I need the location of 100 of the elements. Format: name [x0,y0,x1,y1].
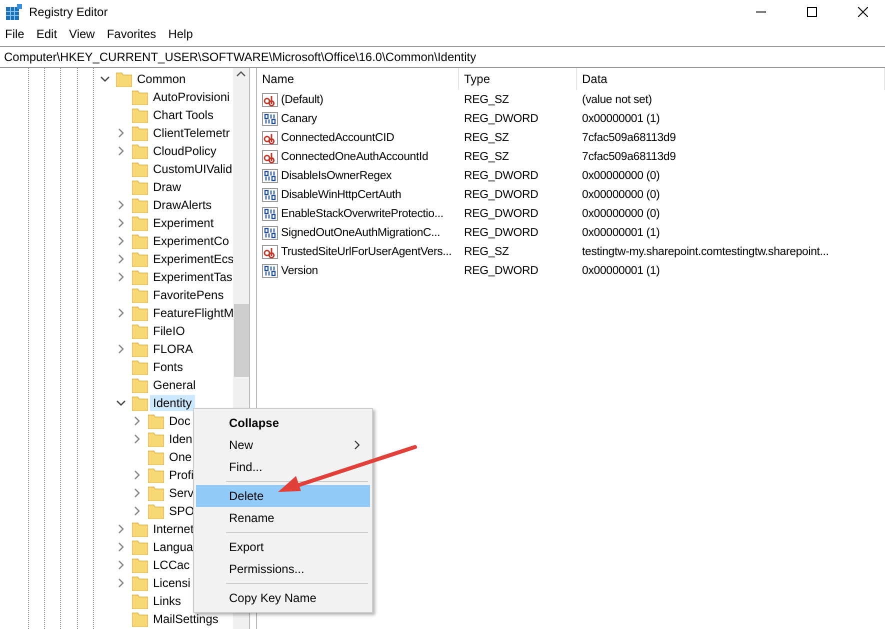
menu-item[interactable]: Copy Key Name [196,587,370,609]
tree-item[interactable]: Experiment [150,215,217,231]
folder-icon [132,108,148,122]
close-icon [858,7,868,17]
folder-icon [132,396,148,410]
address-field[interactable]: Computer\HKEY_CURRENT_USER\SOFTWARE\Microsoft\Office\16.0\Common\Identity [0,46,885,68]
value-name: EnableStackOverwriteProtectio... [281,208,444,220]
tree-item[interactable]: General [150,377,199,393]
folder-icon [132,378,148,392]
tree-item[interactable]: Doc [166,413,194,429]
menu-item[interactable]: Permissions... [196,558,370,580]
binary-value-icon [262,110,278,126]
tree-item[interactable]: CustomUIValid [150,161,233,177]
folder-icon [132,162,148,176]
folder-icon [132,576,148,590]
table-cell-text: 7cfac509a68113d9 [581,132,677,144]
column-header[interactable]: Data [577,68,885,90]
folder-icon [132,522,148,536]
tree-item[interactable]: Links [150,593,184,609]
string-value-icon [262,148,278,164]
value-name: DisableIsOwnerRegex [281,170,392,182]
table-cell-text: REG_DWORD [463,188,540,200]
binary-value-icon [262,186,278,202]
tree-item[interactable]: Internet [150,521,197,537]
tree-item[interactable]: Identity [150,395,195,411]
registry-icon [6,4,22,20]
tree-item[interactable]: ExperimentCo [150,233,232,249]
menu-item[interactable]: Help [168,27,200,41]
tree-item[interactable]: Fonts [150,359,186,375]
tree-item[interactable]: FavoritePens [150,287,227,303]
column-header[interactable]: Type [459,68,577,90]
folder-icon [148,414,164,428]
tree-item[interactable]: Draw [150,179,184,195]
folder-icon [132,324,148,338]
tree-item[interactable]: CloudPolicy [150,143,220,159]
tree-item[interactable]: SPO [166,503,198,519]
folder-icon [132,198,148,212]
tree-item[interactable]: DrawAlerts [150,197,215,213]
tree-item[interactable]: FeatureFlightM [150,305,233,321]
table-cell-text: REG_DWORD [463,208,540,220]
menu-item[interactable]: Edit [36,27,64,41]
tree-item[interactable]: LCCac [150,557,193,573]
menu-item[interactable]: Find... [196,456,370,478]
menu-item[interactable]: View [69,27,102,41]
tree-item[interactable]: Iden [166,431,196,447]
string-value-icon [262,92,278,108]
menu-item[interactable]: File [5,27,32,41]
table-cell-text: 0x00000001 (1) [581,264,661,276]
folder-icon [132,270,148,284]
column-header[interactable]: Name [257,68,459,90]
folder-icon [132,216,148,230]
folder-icon [132,144,148,158]
tree-item[interactable]: ExperimentEcs [150,251,233,267]
table-cell-text: REG_DWORD [463,264,540,276]
menu-item[interactable]: Favorites [106,27,164,41]
folder-icon [148,504,164,518]
table-cell-text: REG_SZ [463,246,510,258]
menu-item[interactable]: Export [196,536,370,558]
table-cell-text: REG_DWORD [463,226,540,238]
menu-item[interactable]: Rename [196,507,370,529]
folder-icon [132,126,148,140]
value-name: (Default) [281,94,324,106]
menu-item[interactable]: New [196,434,370,456]
table-cell-text: REG_DWORD [463,170,540,182]
table-cell-text: REG_SZ [463,94,510,106]
folder-icon [132,288,148,302]
tree-item[interactable]: ClientTelemetr [150,125,233,141]
tree-item[interactable]: One [166,449,195,465]
folder-icon [132,90,148,104]
tree-item[interactable]: ExperimentTas [150,269,233,285]
binary-value-icon [262,168,278,184]
tree-item[interactable]: FileIO [150,323,188,339]
tree-item[interactable]: FLORA [150,341,196,357]
maximize-icon [807,7,817,17]
tree-item[interactable]: Serv [166,485,197,501]
value-name: Version [281,264,318,276]
value-name: ConnectedOneAuthAccountId [281,150,428,162]
table-cell-text: REG_SZ [463,150,510,162]
value-name: SignedOutOneAuthMigrationC... [281,226,440,238]
tree-item[interactable]: Licensi [150,575,194,591]
tree-item[interactable]: Langua [150,539,196,555]
chevron-icon[interactable] [100,74,110,84]
tree-item[interactable]: AutoProvisioni [150,89,233,105]
chevron-icon [354,440,360,450]
folder-icon [148,450,164,464]
tree-item[interactable]: MailSettings [150,611,222,627]
tree-item[interactable]: Profi [166,467,197,483]
tree-item[interactable]: Chart Tools [150,107,216,123]
folder-icon [132,558,148,572]
table-cell-text: 0x00000001 (1) [581,226,661,238]
folder-icon [116,72,132,86]
tree-item[interactable]: Common [134,71,189,87]
menu-item[interactable]: Collapse [196,412,370,434]
scroll-thumb[interactable] [234,304,248,377]
folder-icon [148,432,164,446]
menu-item[interactable]: Delete [196,485,370,507]
folder-icon [132,234,148,248]
folder-icon [132,180,148,194]
value-name: TrustedSiteUrlForUserAgentVers... [281,246,452,258]
table-cell-text: REG_SZ [463,132,510,144]
